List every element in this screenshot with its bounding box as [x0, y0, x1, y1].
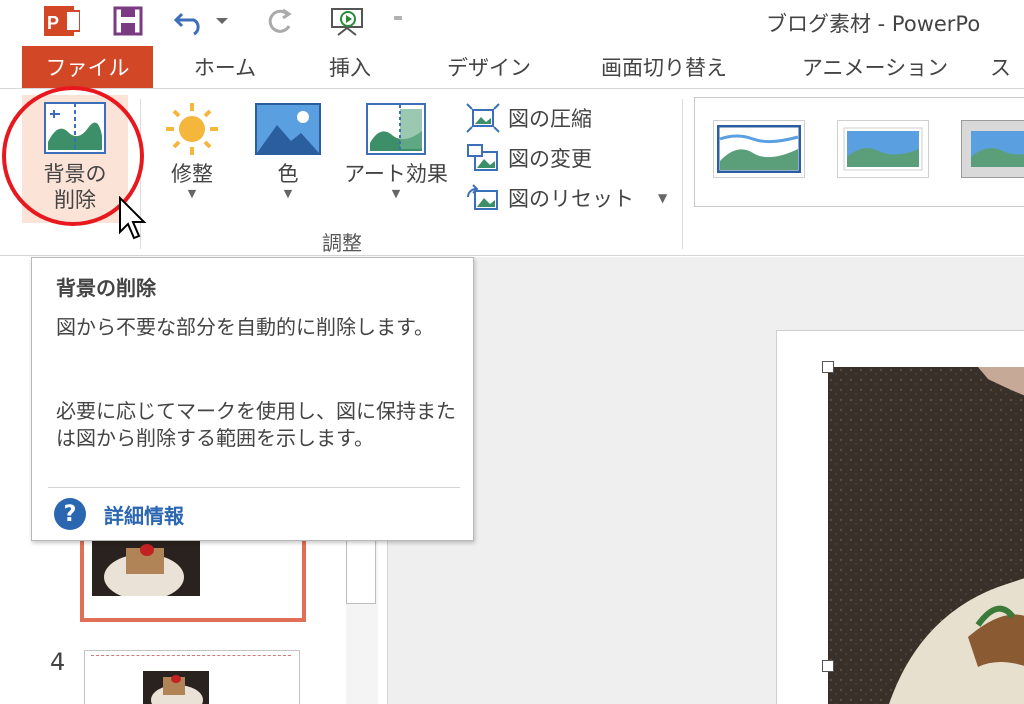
- title-bar: P ⁼ ブログ素材 - PowerPo: [0, 0, 1024, 46]
- artistic-effects-dropdown-icon: ▼: [391, 187, 401, 200]
- picture-style-2[interactable]: [837, 120, 929, 178]
- slide-thumbnail-4[interactable]: [84, 650, 300, 704]
- tab-file[interactable]: ファイル: [22, 46, 153, 88]
- save-icon[interactable]: [110, 4, 146, 38]
- color-picture-icon: [248, 97, 328, 161]
- slide-4-photo: [143, 671, 209, 704]
- adjust-group-label: 調整: [322, 231, 362, 255]
- powerpoint-logo-icon: P: [42, 4, 82, 38]
- artistic-effects-icon: [336, 97, 456, 161]
- corrections-button[interactable]: 修整 ▼: [154, 97, 230, 221]
- tab-design[interactable]: デザイン: [424, 46, 554, 88]
- redo-icon[interactable]: [262, 4, 298, 38]
- svg-text:P: P: [47, 13, 59, 33]
- artistic-effects-button[interactable]: アート効果 ▼: [336, 97, 456, 221]
- tab-transitions[interactable]: 画面切り替え: [574, 46, 754, 88]
- remove-background-tooltip: 背景の削除 図から不要な部分を自動的に削除します。 必要に応じてマークを使用し、…: [31, 257, 474, 541]
- change-picture-icon: [467, 144, 498, 171]
- reset-picture-dropdown-icon[interactable]: ▼: [658, 191, 667, 205]
- change-picture-button[interactable]: 図の変更: [466, 141, 592, 175]
- tooltip-title: 背景の削除: [56, 276, 156, 300]
- undo-icon[interactable]: [170, 4, 230, 38]
- customize-qat-icon[interactable]: ⁼: [388, 4, 408, 38]
- ribbon-tabs: ファイル ホーム 挿入 デザイン 画面切り替え アニメーション ス: [0, 46, 1024, 88]
- compress-pictures-button[interactable]: 図の圧縮: [466, 101, 592, 135]
- reset-picture-button[interactable]: 図のリセット ▼: [466, 181, 667, 215]
- tell-me-more-label: 詳細情報: [104, 503, 184, 528]
- tooltip-description: 図から不要な部分を自動的に削除します。: [56, 315, 434, 339]
- ribbon: 背景の 削除 修整 ▼ 色 ▼ アート効果 ▼ 図の圧縮 図の変更 図のリセット…: [0, 88, 1024, 256]
- tab-animations[interactable]: アニメーション: [780, 46, 970, 88]
- picture-style-1[interactable]: [713, 120, 805, 178]
- help-icon: ?: [54, 498, 86, 530]
- slides-scroll-thumb[interactable]: [346, 540, 376, 604]
- color-button[interactable]: 色 ▼: [248, 97, 328, 221]
- color-dropdown-icon: ▼: [283, 187, 293, 200]
- compress-pictures-label: 図の圧縮: [508, 107, 592, 131]
- change-picture-label: 図の変更: [508, 147, 592, 171]
- tooltip-divider: [48, 487, 460, 488]
- slide-3-photo: [92, 536, 200, 596]
- compress-pictures-icon: [466, 103, 500, 133]
- window-title: ブログ素材 - PowerPo: [766, 12, 981, 36]
- tell-me-more-link[interactable]: ? 詳細情報: [54, 498, 184, 530]
- from-beginning-icon[interactable]: [326, 4, 370, 38]
- selected-picture[interactable]: [828, 367, 1024, 704]
- tab-home[interactable]: ホーム: [170, 46, 280, 88]
- artistic-effects-label: アート効果: [344, 162, 448, 186]
- reset-picture-label: 図のリセット: [508, 187, 634, 211]
- tooltip-description-2: 必要に応じてマークを使用し、図に保持または図から削除する範囲を示します。: [56, 399, 456, 450]
- group-separator-2: [682, 99, 683, 249]
- picture-styles-gallery: [694, 97, 1024, 207]
- resize-handle-middle-left[interactable]: [822, 660, 834, 672]
- sun-icon: [154, 97, 230, 161]
- tab-insert[interactable]: 挿入: [300, 46, 400, 88]
- slide-number: 4: [50, 648, 66, 676]
- corrections-dropdown-icon: ▼: [187, 187, 197, 200]
- resize-handle-top-left[interactable]: [822, 361, 834, 373]
- picture-style-3[interactable]: [961, 120, 1024, 178]
- tab-slideshow[interactable]: ス: [990, 46, 1024, 88]
- corrections-label: 修整: [171, 162, 213, 186]
- color-label: 色: [277, 162, 299, 186]
- reset-picture-icon: [467, 184, 498, 210]
- mouse-cursor-icon: [118, 195, 148, 246]
